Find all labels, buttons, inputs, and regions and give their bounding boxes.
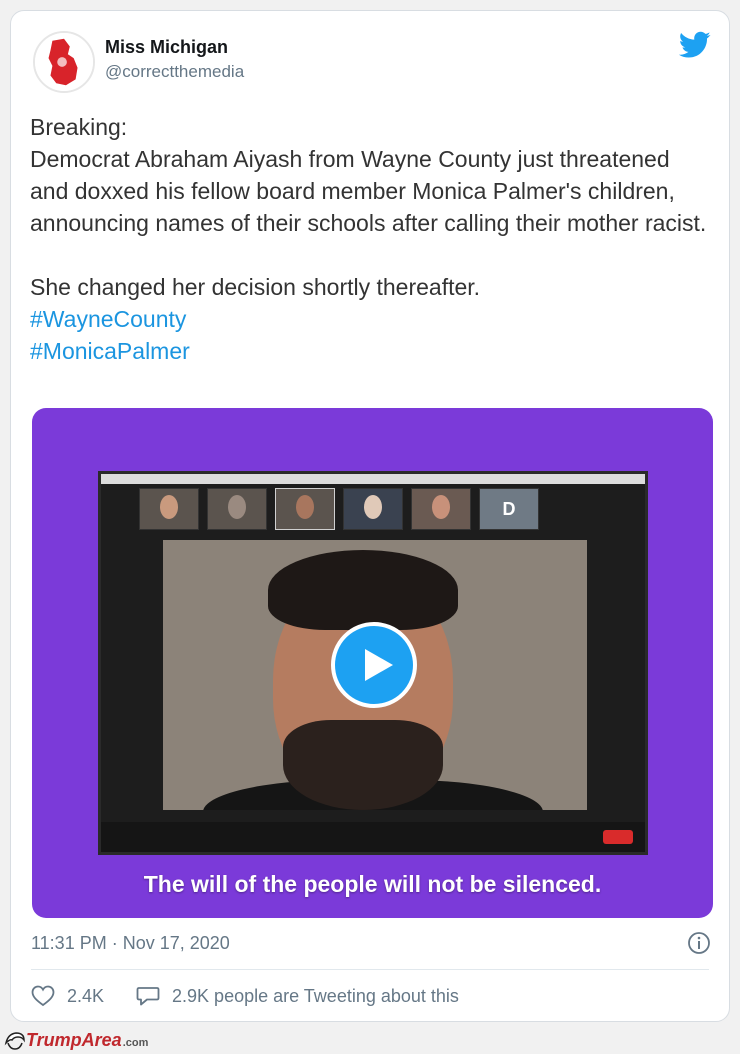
conversation-text: 2.9K people are Tweeting about this: [172, 985, 459, 1006]
meeting-toolbar: [101, 822, 645, 852]
watermark-suffix: .com: [122, 1036, 149, 1049]
tweet-timestamp[interactable]: 11:31 PM · Nov 17, 2020: [31, 933, 230, 954]
twitter-bird-icon[interactable]: [679, 31, 711, 59]
participant-thumbnail: D: [479, 488, 539, 530]
zoom-title-bar: [101, 474, 645, 484]
tweet-card: Miss Michigan @correctthemedia Breaking:…: [10, 10, 730, 1022]
conversation-action[interactable]: 2.9K people are Tweeting about this: [136, 985, 459, 1007]
tweet-line-body: Democrat Abraham Aiyash from Wayne Count…: [30, 146, 707, 236]
author-name[interactable]: Miss Michigan: [105, 37, 228, 58]
participant-thumbnail: [411, 488, 471, 530]
like-action[interactable]: 2.4K: [31, 985, 104, 1007]
author-handle[interactable]: @correctthemedia: [105, 62, 244, 82]
trump-hair-logo-icon: [4, 1031, 25, 1050]
site-watermark: TrumpArea .com: [4, 1030, 148, 1051]
play-button[interactable]: [331, 622, 417, 708]
tweet-actions: 2.4K 2.9K people are Tweeting about this: [31, 985, 459, 1007]
info-icon[interactable]: [687, 931, 711, 955]
participant-thumbnail: [343, 488, 403, 530]
tweet-line-followup: She changed her decision shortly thereaf…: [30, 274, 481, 300]
leave-button: [603, 830, 633, 844]
video-caption: The will of the people will not be silen…: [143, 871, 602, 897]
michigan-avatar-icon: [35, 33, 93, 91]
like-count: 2.4K: [67, 985, 105, 1006]
participant-thumbnail: [207, 488, 267, 530]
participant-strip: D: [139, 488, 635, 540]
avatar[interactable]: [33, 31, 95, 93]
watermark-brand: TrumpArea: [26, 1030, 122, 1050]
tweet-text: Breaking: Democrat Abraham Aiyash from W…: [30, 111, 710, 367]
play-icon: [365, 649, 393, 681]
speech-bubble-icon: [136, 987, 160, 1006]
divider: [31, 969, 709, 970]
participant-thumbnail: [275, 488, 335, 530]
video-media[interactable]: D The will of the people will not be sil…: [32, 408, 713, 918]
tweet-line-breaking: Breaking:: [30, 114, 128, 140]
hashtag-waynecounty[interactable]: #WayneCounty: [30, 303, 710, 335]
heart-icon: [31, 985, 55, 1007]
hashtag-monicapalmer[interactable]: #MonicaPalmer: [30, 335, 710, 367]
participant-thumbnail: [139, 488, 199, 530]
